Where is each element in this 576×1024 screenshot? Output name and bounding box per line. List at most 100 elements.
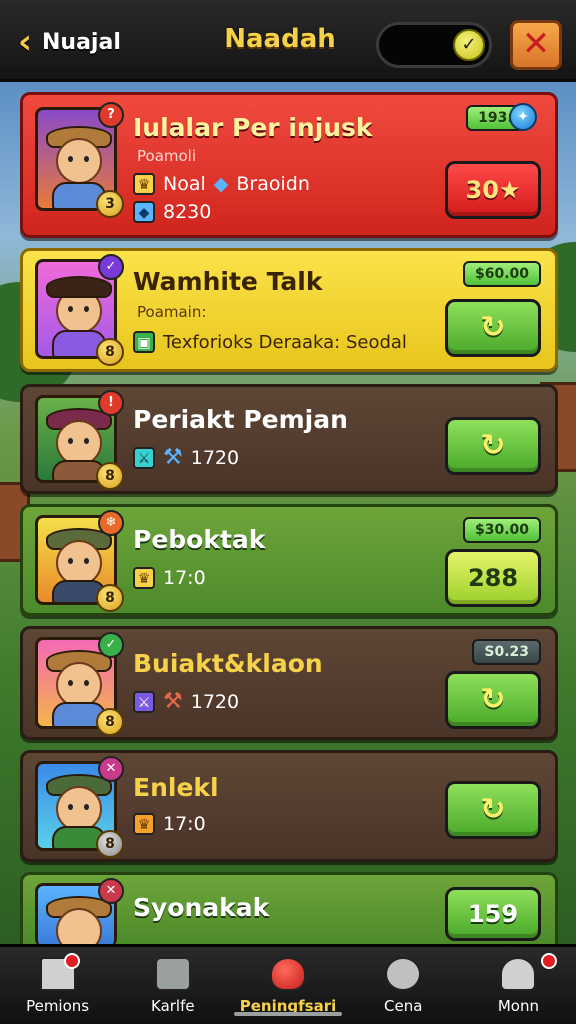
character-portrait: ✕ 8: [35, 756, 124, 858]
character-subtitle: Poamain:: [137, 303, 207, 321]
character-card[interactable]: ✕ 8 Enlekl ♛ 17:0 ↻: [20, 750, 558, 862]
character-name: Enlekl: [133, 773, 219, 802]
character-card[interactable]: ❄ 8 Peboktak ♛ 17:0 $30.00 288: [20, 504, 558, 616]
character-card[interactable]: ✓ 8 Buiakt&klaon ⚔ ⚒ 1720 S0.23 ↻: [20, 626, 558, 740]
stat-value: 1720: [190, 446, 240, 469]
portrait-badge-icon: !: [98, 390, 124, 416]
price-tag: $60.00: [462, 261, 541, 287]
chest-icon: [154, 957, 191, 991]
level-badge: 8: [96, 338, 124, 366]
character-portrait: ✓ 8: [35, 632, 124, 736]
portrait-badge-icon: ❄: [98, 510, 124, 536]
portrait-badge-icon: ?: [98, 102, 124, 128]
gem-icon: ◆: [213, 173, 229, 195]
refresh-icon: ↻: [480, 682, 506, 717]
chevron-left-icon: ‹: [18, 22, 33, 62]
character-name: Wamhite Talk: [133, 267, 323, 296]
stat-text: Texforioks Deraaka: Seodal: [163, 331, 407, 353]
refresh-button[interactable]: ↻: [445, 671, 541, 729]
character-name: Iulalar Per injusk: [133, 113, 373, 142]
price-tag: 193: ✦: [466, 103, 537, 131]
nav-label: Monn: [497, 997, 539, 1015]
character-name: Syonakak: [133, 893, 270, 922]
map-icon: ▣: [133, 331, 155, 353]
stat-value: 1720: [190, 690, 240, 713]
level-badge: 8: [96, 830, 124, 858]
back-button[interactable]: ‹ Nuajal: [18, 20, 121, 64]
portrait-badge-icon: ✕: [98, 878, 124, 904]
character-portrait: ✕: [35, 878, 124, 954]
refresh-icon: ↻: [480, 792, 506, 827]
stat-text: Noal: [163, 173, 206, 195]
price-tag: $30.00: [462, 517, 541, 543]
action-button[interactable]: 288: [445, 549, 541, 607]
level-badge: 8: [96, 584, 124, 612]
back-label: Nuajal: [42, 29, 121, 55]
portrait-badge-icon: ✓: [98, 254, 124, 280]
notification-dot: [64, 953, 80, 969]
character-card[interactable]: ✕ Syonakak 159: [20, 872, 558, 954]
top-bar: ‹ Nuajal Naadah ✓ ✕: [0, 0, 576, 82]
action-button[interactable]: 30★: [445, 161, 541, 219]
stat-line: ▣ Texforioks Deraaka: Seodal: [133, 331, 407, 353]
nav-label: Peningfsari: [239, 997, 337, 1015]
level-badge: 3: [96, 190, 124, 218]
nav-item-cena[interactable]: Cena: [346, 947, 461, 1024]
refresh-button[interactable]: ↻: [445, 299, 541, 357]
notification-dot: [540, 953, 557, 969]
action-button[interactable]: 159: [445, 887, 541, 941]
stat-line: ♛ 17:0: [133, 813, 206, 835]
price-tag: S0.23: [472, 639, 541, 665]
character-name: Buiakt&klaon: [133, 649, 323, 678]
character-name: Periakt Pemjan: [133, 405, 348, 434]
character-card[interactable]: ✓ 8 Wamhite Talk Poamain: ▣ Texforioks D…: [20, 248, 558, 372]
crown-icon: ♛: [133, 813, 155, 835]
close-icon: ✕: [521, 24, 551, 64]
stat-line: ⚔ ⚒ 1720: [133, 445, 239, 470]
level-badge: 8: [96, 708, 124, 736]
stat-line: ⚔ ⚒ 1720: [133, 689, 239, 714]
crown-icon: ♛: [133, 567, 155, 589]
profile-icon: [500, 957, 537, 991]
portrait-badge-icon: ✓: [98, 632, 124, 658]
nav-item-peningfsari[interactable]: Peningfsari: [230, 947, 345, 1024]
close-button[interactable]: ✕: [510, 20, 562, 70]
nav-label: Cena: [384, 997, 423, 1015]
refresh-icon: ↻: [480, 310, 506, 345]
tool-icon: ⚒: [163, 445, 183, 470]
refresh-button[interactable]: ↻: [445, 781, 541, 839]
character-portrait: ✓ 8: [35, 254, 124, 366]
diamond-icon: ◆: [133, 201, 155, 223]
character-card[interactable]: ? 3 Iulalar Per injusk Poamoli ♛ Noal ◆ …: [20, 92, 558, 238]
tool-icon: ⚒: [163, 689, 183, 714]
price-tag-text: 193:: [478, 110, 513, 126]
nav-label: Pemions: [26, 997, 90, 1015]
character-card[interactable]: ! 8 Periakt Pemjan ⚔ ⚒ 1720 ↻: [20, 384, 558, 494]
coin-icon: ✦: [509, 103, 537, 131]
gem-icon: [270, 957, 306, 991]
refresh-button[interactable]: ↻: [445, 417, 541, 475]
level-badge: 8: [96, 462, 124, 490]
nav-item-karlfe[interactable]: Karlfe: [115, 947, 230, 1024]
check-icon: ✓: [453, 29, 485, 61]
character-portrait: ❄ 8: [35, 510, 124, 612]
bottom-navigation: Pemions Karlfe Peningfsari Cena Monn: [0, 944, 576, 1024]
character-name: Peboktak: [133, 525, 266, 554]
nav-item-monn[interactable]: Monn: [461, 947, 576, 1024]
character-portrait: ! 8: [35, 390, 124, 490]
stat-line: ♛ Noal ◆ Braoidn: [133, 173, 310, 195]
stat-line: ◆ 8230: [133, 201, 211, 223]
sword-icon: ⚔: [133, 446, 155, 469]
nav-item-pemions[interactable]: Pemions: [0, 947, 115, 1024]
gear-icon: [385, 957, 422, 991]
character-portrait: ? 3: [35, 102, 124, 218]
refresh-icon: ↻: [480, 428, 506, 463]
mode-toggle[interactable]: ✓: [376, 22, 492, 68]
stat-value: 8230: [163, 201, 212, 223]
crown-icon: ♛: [133, 173, 155, 195]
stat-extra: Braoidn: [236, 173, 310, 195]
portrait-badge-icon: ✕: [98, 756, 124, 782]
sword-icon: ⚔: [133, 690, 155, 713]
character-subtitle: Poamoli: [137, 147, 197, 165]
stat-line: ♛ 17:0: [133, 567, 206, 589]
